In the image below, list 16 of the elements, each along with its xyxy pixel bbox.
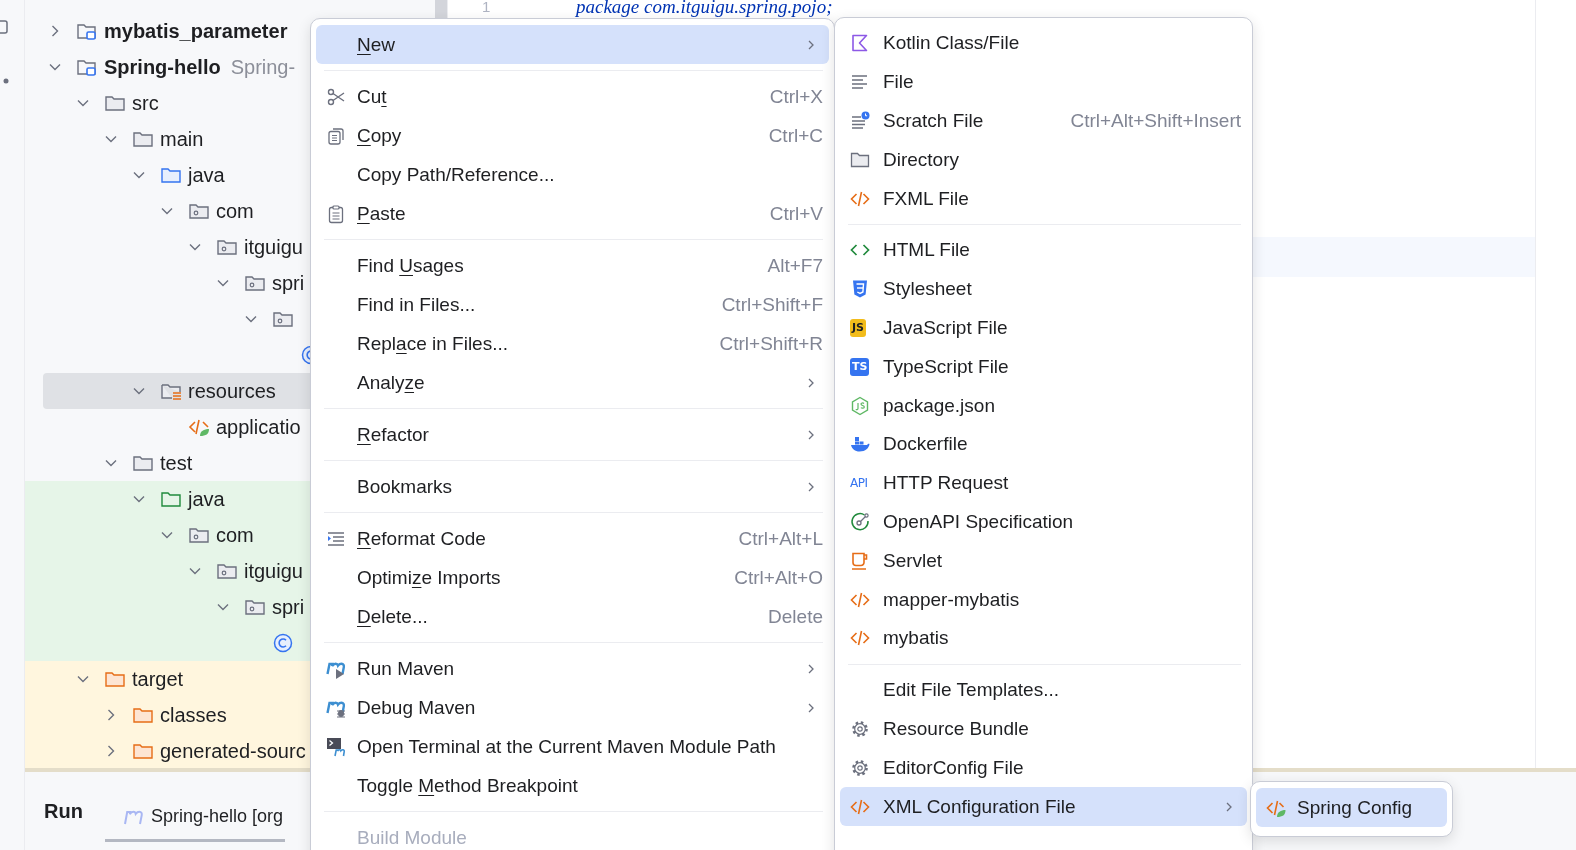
shortcut-label: Alt+F7 (767, 254, 823, 277)
module-path: Spring- (230, 55, 296, 79)
shortcut-label: Ctrl+Alt+Shift+Insert (1070, 110, 1241, 132)
js-badge: JS (850, 318, 866, 337)
panel-title: Run (44, 799, 83, 823)
line-number: 1 (481, 0, 492, 14)
shortcut-label: Ctrl+V (769, 202, 823, 225)
shortcut-label: Ctrl+Shift+F (721, 293, 823, 316)
shortcut-label: Ctrl+Shift+R (719, 332, 823, 355)
shortcut-label: Ctrl+C (768, 124, 823, 147)
api-label: API (850, 475, 868, 493)
shortcut-label: Ctrl+X (769, 85, 823, 108)
shortcut-label: Ctrl+Alt+O (734, 566, 823, 589)
ts-badge: TS (850, 357, 870, 376)
shortcut-label: Ctrl+Alt+L (738, 527, 823, 550)
shortcut-label: Delete (768, 605, 823, 628)
